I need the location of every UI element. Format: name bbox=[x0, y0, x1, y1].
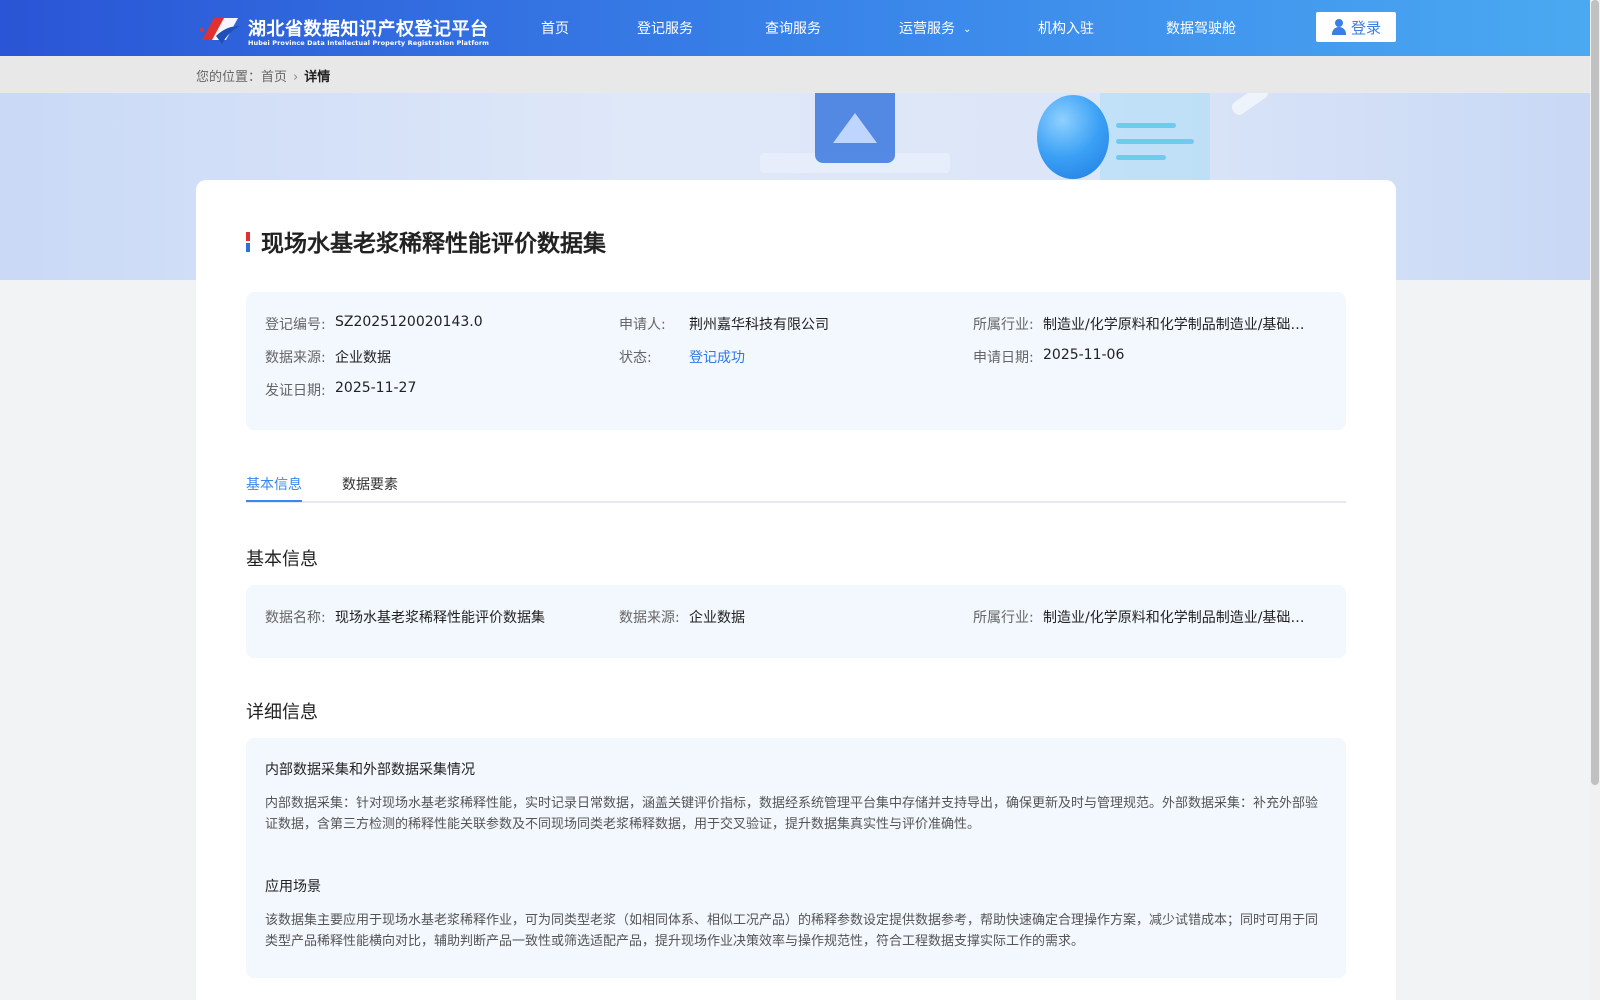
nav-institution-entry[interactable]: 机构入驻 bbox=[1038, 18, 1094, 38]
chevron-right-icon: › bbox=[293, 70, 299, 85]
nav-data-cockpit[interactable]: 数据驾驶舱 bbox=[1166, 18, 1236, 38]
field-data-industry: 所属行业: 制造业/化学原料和化学制品制造业/基础化学原料制造 bbox=[973, 607, 1305, 627]
field-value: 2025-11-06 bbox=[1043, 347, 1125, 363]
field-value: 企业数据 bbox=[689, 610, 745, 626]
scenario-subtitle: 应用场景 bbox=[265, 879, 321, 895]
nav-home[interactable]: 首页 bbox=[541, 18, 569, 38]
field-label: 数据名称: bbox=[265, 610, 326, 626]
banner-light-decoration bbox=[1229, 93, 1271, 118]
field-value: 2025-11-27 bbox=[335, 380, 417, 396]
basic-info-panel: 数据名称: 现场水基老浆稀释性能评价数据集 数据来源: 企业数据 所属行业: 制… bbox=[246, 585, 1346, 658]
field-label: 数据来源: bbox=[619, 610, 680, 626]
top-header: 湖北省数据知识产权登记平台 Hubei Province Data Intell… bbox=[0, 0, 1590, 56]
field-value: 荆州嘉华科技有限公司 bbox=[689, 317, 829, 333]
field-data-source: 数据来源: 企业数据 bbox=[619, 607, 745, 627]
login-button[interactable]: 登录 bbox=[1316, 12, 1396, 42]
nav-operation-service-label: 运营服务 bbox=[899, 21, 955, 37]
field-value: SZ2025120020143.0 bbox=[335, 314, 483, 330]
field-label: 所属行业: bbox=[973, 610, 1034, 626]
field-label: 所属行业: bbox=[973, 317, 1034, 333]
image-icon bbox=[815, 93, 895, 163]
field-status: 状态: 登记成功 bbox=[619, 347, 745, 367]
nav-operation-service[interactable]: 运营服务 ⌄ bbox=[899, 18, 971, 38]
banner-sphere-decoration bbox=[1037, 95, 1109, 179]
detail-info-panel: 内部数据采集和外部数据采集情况 内部数据采集：针对现场水基老浆稀释性能，实时记录… bbox=[246, 738, 1346, 978]
field-apply-date: 申请日期: 2025-11-06 bbox=[973, 347, 1124, 367]
field-value: 现场水基老浆稀释性能评价数据集 bbox=[335, 610, 545, 626]
login-button-label: 登录 bbox=[1350, 18, 1381, 37]
detail-info-heading: 详细信息 bbox=[246, 702, 318, 723]
field-value: 制造业/化学原料和化学制品制造业/基础化学原料制造 bbox=[1043, 610, 1305, 626]
tab-data-elements[interactable]: 数据要素 bbox=[342, 474, 398, 494]
field-label: 状态: bbox=[619, 350, 652, 366]
field-issue-date: 发证日期: 2025-11-27 bbox=[265, 380, 416, 400]
field-source: 数据来源: 企业数据 bbox=[265, 347, 391, 367]
scenario-text: 该数据集主要应用于现场水基老浆稀释作业，可为同类型老浆（如相同体系、相似工况产品… bbox=[265, 913, 1319, 949]
field-applicant: 申请人: 荆州嘉华科技有限公司 bbox=[619, 314, 829, 334]
breadcrumb-prefix: 您的位置： bbox=[196, 70, 262, 85]
chevron-down-icon: ⌄ bbox=[963, 24, 972, 35]
field-value: 制造业/化学原料和化学制品制造业/基础化学原料制造 bbox=[1043, 317, 1305, 333]
breadcrumb: 您的位置：首页 › 详情 bbox=[196, 66, 330, 85]
detail-tabs: 基本信息 数据要素 bbox=[246, 458, 1346, 503]
registration-summary: 登记编号: SZ2025120020143.0 申请人: 荆州嘉华科技有限公司 … bbox=[246, 292, 1346, 430]
status-badge: 登记成功 bbox=[689, 350, 745, 366]
field-label: 申请人: bbox=[619, 317, 666, 333]
breadcrumb-bar: 您的位置：首页 › 详情 bbox=[0, 56, 1590, 93]
field-value: 企业数据 bbox=[335, 350, 391, 366]
nav-registration-service[interactable]: 登记服务 bbox=[637, 18, 693, 38]
field-label: 申请日期: bbox=[973, 350, 1034, 366]
detail-card: 现场水基老浆稀释性能评价数据集 登记编号: SZ2025120020143.0 … bbox=[196, 180, 1396, 1000]
basic-info-heading: 基本信息 bbox=[246, 549, 318, 570]
field-industry: 所属行业: 制造业/化学原料和化学制品制造业/基础化学原料制造 bbox=[973, 314, 1305, 334]
field-data-name: 数据名称: 现场水基老浆稀释性能评价数据集 bbox=[265, 607, 545, 627]
field-label: 数据来源: bbox=[265, 350, 326, 366]
field-reg-no: 登记编号: SZ2025120020143.0 bbox=[265, 314, 483, 334]
active-tab-indicator bbox=[246, 500, 302, 502]
user-icon bbox=[1331, 19, 1347, 35]
field-label: 登记编号: bbox=[265, 317, 326, 333]
tab-basic-info[interactable]: 基本信息 bbox=[246, 474, 302, 494]
scrollbar-thumb[interactable] bbox=[1591, 0, 1599, 785]
collection-text: 内部数据采集：针对现场水基老浆稀释性能，实时记录日常数据，涵盖关键评价指标，数据… bbox=[265, 796, 1319, 832]
banner-screen-decoration bbox=[1100, 93, 1210, 183]
nav-query-service[interactable]: 查询服务 bbox=[765, 18, 821, 38]
breadcrumb-current: 详情 bbox=[304, 70, 331, 85]
title-marker-icon bbox=[246, 232, 250, 252]
page-scrollbar[interactable] bbox=[1590, 0, 1600, 1000]
collection-subtitle: 内部数据采集和外部数据采集情况 bbox=[265, 762, 475, 778]
page-title: 现场水基老浆稀释性能评价数据集 bbox=[261, 231, 606, 257]
field-label: 发证日期: bbox=[265, 383, 326, 399]
breadcrumb-home-link[interactable]: 首页 bbox=[261, 70, 287, 85]
